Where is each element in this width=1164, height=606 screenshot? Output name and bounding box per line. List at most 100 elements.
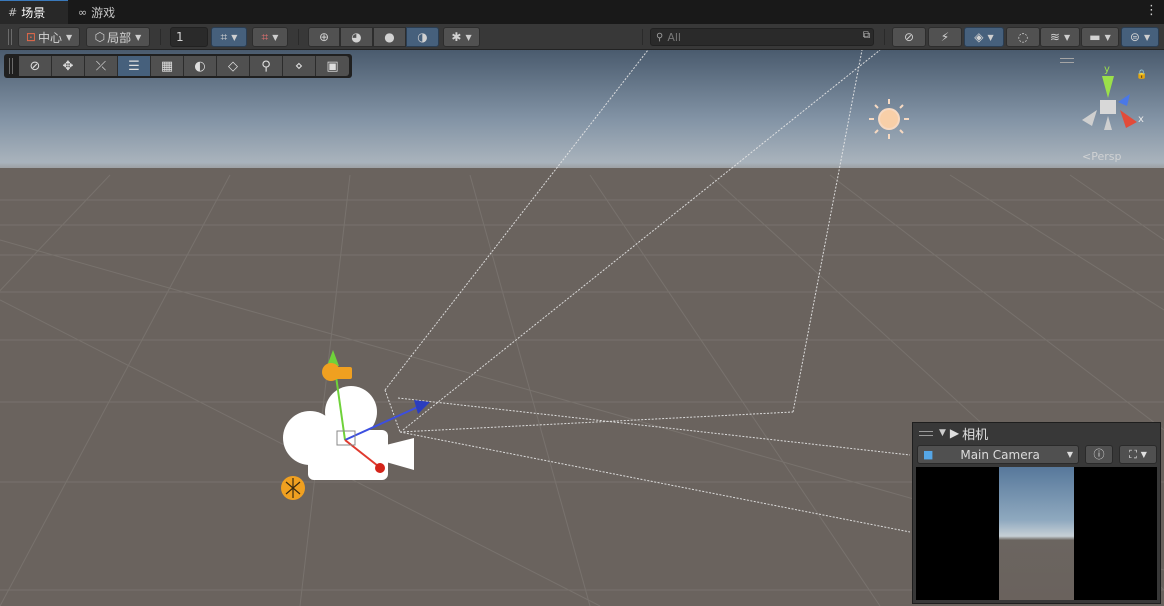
scale-tool-button[interactable]: ☰ [118,56,151,76]
video-camera-icon: ■ [923,448,934,461]
debug-dropdown[interactable]: ✱ ▼ [443,27,480,47]
lock-icon[interactable]: 🔒 [1136,70,1147,80]
layers-icon: ◇ [228,58,238,74]
camera-preview-panel: ▼ ▶ 相机 ■ Main Camera ▼ ⓘ ⛶ ▼ [912,422,1161,604]
lighting-off-icon: ⚡ [940,30,950,44]
pivot-tool-button[interactable]: ⋄ [283,56,316,76]
chevron-down-icon: ▼ [1063,32,1071,42]
camera-fit-dropdown[interactable]: ⛶ ▼ [1119,445,1157,464]
gizmo-y-label: y [1104,64,1110,75]
gizmo-x-label: x [1138,114,1144,125]
toggle-2d-button[interactable]: ⊘ [892,27,926,47]
move-tool-button[interactable]: ✥ [52,56,85,76]
more-options-icon[interactable]: ⋮ [1145,3,1158,19]
chevron-down-icon: ▼ [135,32,142,42]
custom-tool-button[interactable]: ◇ [217,56,250,76]
camera-select-dropdown[interactable]: ■ Main Camera ▼ [917,445,1079,464]
collapse-triangle-icon[interactable]: ▼ [939,428,946,438]
grid-snap-icon: ⌗ [220,29,228,44]
camera-panel-title: 相机 [962,427,989,443]
separator [642,29,643,45]
draw-mode-shaded-button[interactable]: ● [373,27,406,47]
camera-icon: ▣ [326,58,339,74]
rect-tool-button[interactable]: ▦ [151,56,184,76]
camera-info-button[interactable]: ⓘ [1085,445,1113,464]
grid-snap-button[interactable]: ⌗ ▼ [211,27,247,47]
draw-mode-wireframe-button[interactable]: ⊕ [308,27,340,47]
draw-mode-lit-button[interactable]: ◑ [406,27,439,47]
chevron-down-icon: ▼ [987,32,994,42]
toolbar-grip[interactable] [8,29,12,45]
search-icon: ⚲ [261,58,271,74]
transform-tool-button[interactable]: ◐ [184,56,217,76]
space-mode-label: 局部 [107,30,132,45]
search-icon: ⚲ [656,31,664,43]
tab-game[interactable]: ∞ 游戏 [70,0,130,24]
fit-frame-icon: ⛶ [1129,447,1137,461]
space-mode-dropdown[interactable]: ⬡ 局部 ▼ [86,27,150,47]
gizmos-dropdown[interactable]: ⊜ ▼ [1121,27,1159,47]
chevron-down-icon: ▼ [1104,32,1111,42]
effects-layers-icon: ◈ [974,30,984,44]
grid-icon: # [8,6,18,19]
chevron-down-icon: ▼ [231,32,238,42]
tools-grip[interactable] [9,58,13,74]
move-arrows-icon: ✥ [62,58,74,74]
tab-scene[interactable]: # 场景 [0,0,68,24]
gamepad-icon: ∞ [78,5,88,19]
wireframe-sphere-icon: ⊕ [318,30,330,44]
layers-dropdown[interactable]: ≋ ▼ [1040,27,1080,47]
chevron-down-icon: ▼ [1143,32,1151,42]
lit-sphere-icon: ◑ [417,30,428,44]
search-filter-icon[interactable]: ⧉ [863,30,870,41]
search-input[interactable] [667,30,848,44]
separator [160,29,161,45]
node-icon: ⋄ [294,58,304,74]
increment-snap-button[interactable]: ⌗ ▼ [252,27,288,47]
separator [884,29,885,45]
camera-select-label: Main Camera [960,447,1040,462]
camera-panel-header[interactable]: ▼ ▶ 相机 [913,423,1160,443]
chevron-down-icon: ▼ [272,32,279,42]
eye-slash-icon: ◌ [1017,30,1029,44]
bug-icon: ✱ [451,30,462,44]
cube-icon: ⬡ [94,30,106,44]
compass-icon: ⊘ [29,58,41,74]
mute-2d-icon: ⊘ [903,30,915,44]
chevron-down-icon: ▼ [65,32,73,42]
view-tool-button[interactable]: ⊘ [19,56,52,76]
separator [298,29,299,45]
layers-icon: ≋ [1049,30,1060,44]
draw-mode-shaded-wire-button[interactable]: ◕ [340,27,373,47]
projection-toggle[interactable]: <Persp [1082,150,1121,163]
tools-overlay: ⊘ ✥ ⤫ ☰ ▦ ◐ ◇ ⚲ ⋄ ▣ [4,54,352,78]
effects-dropdown[interactable]: ◈ ▼ [964,27,1004,47]
camera-settings-dropdown[interactable]: ▬ ▼ [1081,27,1119,47]
rect-icon: ▦ [160,58,174,74]
chevron-down-icon: ▼ [1140,450,1147,459]
pivot-mode-dropdown[interactable]: ⊡ 中心 ▼ [18,27,80,47]
pivot-icon: ⊡ [25,30,36,44]
info-icon: ⓘ [1093,448,1105,461]
zoom-tool-button[interactable]: ⚲ [250,56,283,76]
tab-scene-label: 场景 [21,6,46,20]
tab-bar: # 场景 ∞ 游戏 ⋮ [0,0,1164,24]
sliders-icon: ☰ [128,58,140,74]
chevron-down-icon: ▼ [1066,450,1073,459]
chevron-down-icon: ▼ [465,32,472,42]
scene-search[interactable]: ⚲ ⧉ [650,28,874,46]
camera-tool-button[interactable]: ▣ [316,56,349,76]
panel-grip[interactable] [919,430,933,436]
tab-game-label: 游戏 [91,5,116,20]
scene-toolbar: ⊡ 中心 ▼ ⬡ 局部 ▼ 1 ⌗▼ ⌗▼ ⊕ ◕ ● ◑ ✱▼ ⚲ ⧉ ⊘ ⚡… [0,24,1164,50]
lighting-toggle-button[interactable]: ⚡ [928,27,962,47]
scene-visibility-button[interactable]: ◌ [1006,27,1040,47]
chevron-left-icon: < [1082,150,1092,163]
rotate-icon: ⤫ [95,58,107,74]
rotate-tool-button[interactable]: ⤫ [85,56,118,76]
grid-size-field[interactable]: 1 [170,27,208,47]
camera-preview-view [916,467,1157,600]
shaded-wire-sphere-icon: ◕ [351,30,362,44]
gizmo-drag-handle[interactable] [1060,58,1074,63]
shaded-sphere-icon: ● [384,30,395,44]
